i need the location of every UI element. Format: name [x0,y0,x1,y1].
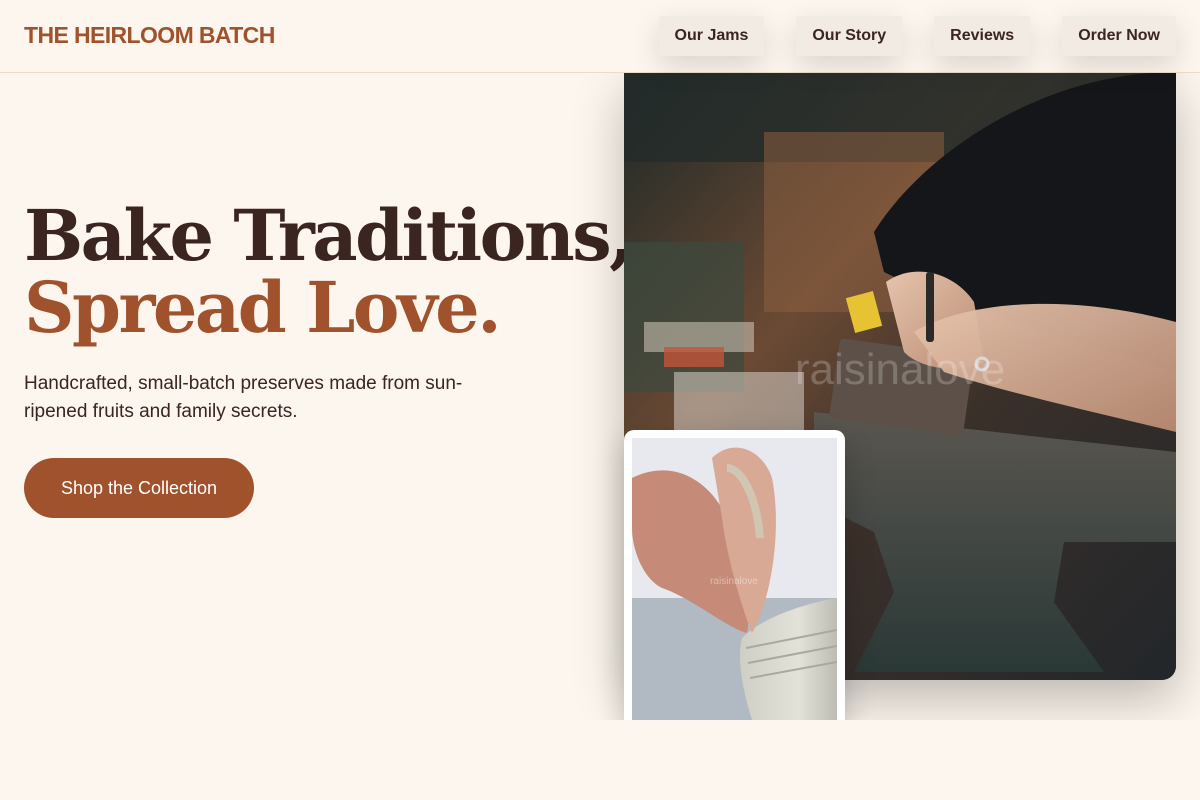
main-nav: Our Jams Our Story Reviews Order Now [658,16,1176,56]
hero-title-line1: Bake Traditions, [24,194,634,277]
main-photo-watermark: raisinalove [795,345,1005,394]
hero-title: Bake Traditions, Spread Love. [24,194,634,349]
brand-logo[interactable]: THE HEIRLOOM BATCH [24,22,275,49]
site-header: THE HEIRLOOM BATCH Our Jams Our Story Re… [0,0,1200,73]
inset-photo-frame: raisinalove [632,438,837,720]
nav-item-reviews[interactable]: Reviews [934,16,1031,56]
pottery-image: raisinalove [632,438,837,720]
page-bottom-area [0,720,1200,800]
shop-collection-button[interactable]: Shop the Collection [24,458,254,518]
nav-item-our-jams[interactable]: Our Jams [658,16,765,56]
hero-inset-photo: raisinalove [624,430,845,730]
inset-photo-watermark: raisinalove [710,576,758,587]
hero-subtitle: Handcrafted, small-batch preserves made … [24,373,463,422]
nav-item-order-now[interactable]: Order Now [1062,16,1176,56]
hero-title-line2: Spread Love. [24,266,502,349]
nav-item-our-story[interactable]: Our Story [796,16,903,56]
